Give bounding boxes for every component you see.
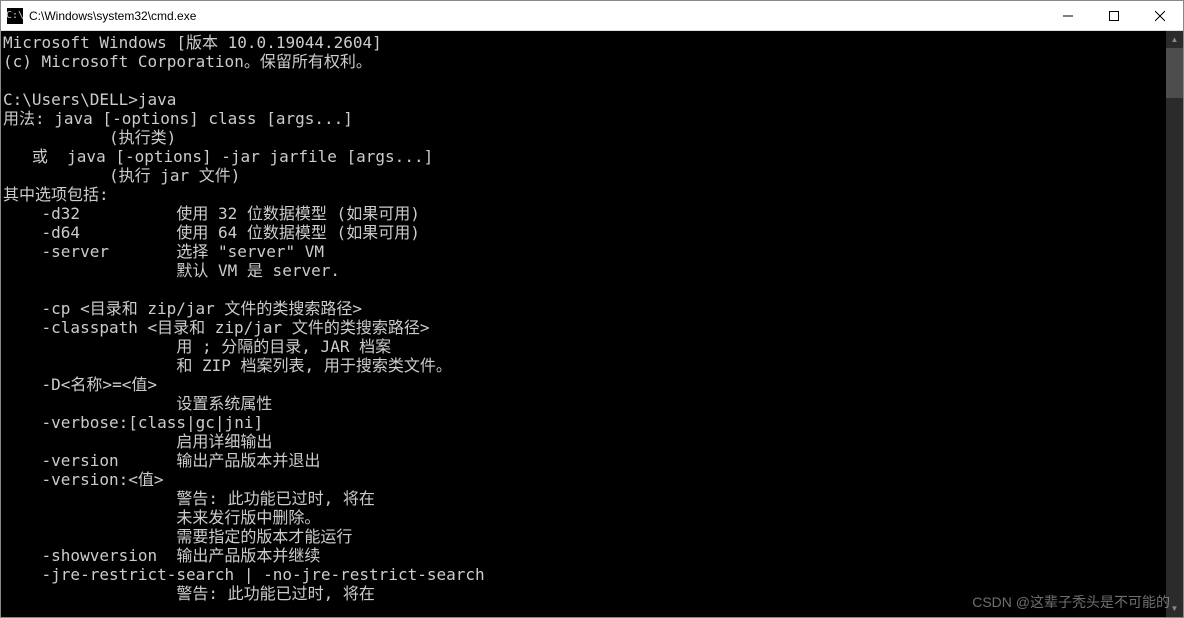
minimize-button[interactable] — [1045, 1, 1091, 30]
window-controls — [1045, 1, 1183, 30]
maximize-button[interactable] — [1091, 1, 1137, 30]
vertical-scrollbar[interactable]: ▲ ▼ — [1166, 31, 1183, 617]
scroll-up-arrow[interactable]: ▲ — [1166, 31, 1183, 48]
window-title: C:\Windows\system32\cmd.exe — [29, 9, 1045, 23]
scroll-down-arrow[interactable]: ▼ — [1166, 600, 1183, 617]
app-icon: C:\ — [7, 8, 23, 24]
cmd-window: C:\ C:\Windows\system32\cmd.exe Microsof… — [0, 0, 1184, 618]
titlebar[interactable]: C:\ C:\Windows\system32\cmd.exe — [1, 1, 1183, 31]
close-button[interactable] — [1137, 1, 1183, 30]
scrollbar-thumb[interactable] — [1166, 48, 1183, 98]
terminal-area: Microsoft Windows [版本 10.0.19044.2604] (… — [1, 31, 1183, 617]
terminal-output[interactable]: Microsoft Windows [版本 10.0.19044.2604] (… — [1, 31, 1166, 617]
